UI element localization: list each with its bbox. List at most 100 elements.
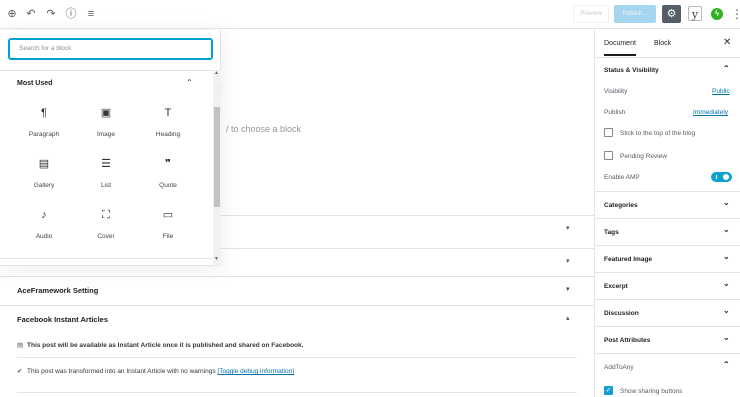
chevron-up-icon[interactable]: ▴ xyxy=(566,314,570,322)
redo-icon[interactable]: ↷ xyxy=(44,7,58,21)
chevron-down-icon[interactable]: ⌄ xyxy=(723,279,730,288)
visibility-label: Visibility xyxy=(604,88,628,95)
meta-box-label: Facebook Instant Articles xyxy=(17,315,108,324)
chevron-down-icon[interactable]: ⌄ xyxy=(723,252,730,261)
meta-box-aceframework[interactable]: AceFramework Setting ▾ xyxy=(0,277,594,305)
block-search-input[interactable]: Search for a block xyxy=(8,38,213,60)
fb-notice-text: This post will be available as Instant A… xyxy=(27,342,304,349)
block-navigation-icon[interactable]: ≡ xyxy=(84,7,98,21)
publish-date-link[interactable]: Immediately xyxy=(693,109,728,116)
image-icon: ▣ xyxy=(100,107,112,119)
block-heading[interactable]: T Heading xyxy=(138,106,198,150)
info-icon[interactable]: ⓘ xyxy=(64,7,78,21)
show-sharing-checkbox[interactable]: ✓ xyxy=(604,386,613,395)
block-label: Paragraph xyxy=(28,131,60,138)
block-gallery[interactable]: ▤ Gallery xyxy=(14,157,74,201)
chevron-down-icon[interactable]: ⌄ xyxy=(723,306,730,315)
chevron-up-icon[interactable]: ⌃ xyxy=(723,360,730,369)
toggle-debug-link[interactable]: [Toggle debug information] xyxy=(217,368,294,375)
visibility-link[interactable]: Public xyxy=(712,88,730,95)
block-inserter-popover: Search for a block Most Used ⌃ ¶ Paragra… xyxy=(0,30,221,266)
search-placeholder: Search for a block xyxy=(19,45,72,52)
inserter-scrollbar[interactable]: ▲ ▼ xyxy=(213,70,221,266)
discussion-section[interactable]: Discussion xyxy=(604,310,639,317)
chevron-up-icon[interactable]: ⌃ xyxy=(186,78,193,87)
preview-button[interactable]: Preview xyxy=(573,5,609,23)
chevron-down-icon[interactable]: ⌄ xyxy=(723,198,730,207)
fb-transform-notice: ✔ This post was transformed into an Insta… xyxy=(17,367,577,375)
sticky-label: Stick to the top of the blog xyxy=(620,130,696,137)
quote-icon: ❞ xyxy=(165,158,171,170)
gear-icon: ⚙ xyxy=(666,8,677,20)
tab-document[interactable]: Document xyxy=(604,40,636,56)
block-audio[interactable]: ♪ Audio xyxy=(14,208,74,252)
scroll-up-icon[interactable]: ▲ xyxy=(214,70,219,76)
more-menu-icon[interactable]: ⋮ xyxy=(731,6,740,22)
publish-button[interactable]: Publish... xyxy=(614,5,656,23)
divider xyxy=(595,245,740,246)
divider xyxy=(595,218,740,219)
block-paragraph[interactable]: ¶ Paragraph xyxy=(14,106,74,150)
block-label: Cover xyxy=(97,233,115,240)
meta-box-facebook-instant-articles[interactable]: Facebook Instant Articles ▴ xyxy=(0,305,594,333)
divider xyxy=(17,357,577,358)
block-quote[interactable]: ❞ Quote xyxy=(138,157,198,201)
post-attributes-section[interactable]: Post Attributes xyxy=(604,337,650,344)
chevron-up-icon[interactable]: ⌃ xyxy=(723,64,730,73)
enable-amp-toggle[interactable] xyxy=(711,172,732,182)
chevron-down-icon[interactable]: ⌄ xyxy=(723,225,730,234)
publish-label: Publish xyxy=(604,109,626,116)
most-used-panel-title[interactable]: Most Used xyxy=(17,80,52,87)
cover-icon: ⛶ xyxy=(102,209,110,221)
block-label: List xyxy=(100,182,112,189)
fb-instant-notice: ▤ This post will be available as Instant … xyxy=(17,341,577,349)
block-file[interactable]: ▭ File xyxy=(138,208,198,252)
tab-block[interactable]: Block xyxy=(654,40,671,47)
block-appender-prompt[interactable]: / to choose a block xyxy=(226,124,301,134)
fb-transform-text: This post was transformed into an Instan… xyxy=(27,368,216,375)
divider xyxy=(595,299,740,300)
chevron-down-icon[interactable]: ▾ xyxy=(566,224,570,232)
close-icon[interactable]: ✕ xyxy=(723,37,731,48)
block-label: Image xyxy=(96,131,116,138)
undo-icon[interactable]: ↶ xyxy=(24,7,38,21)
checkmark-icon: ✔ xyxy=(17,368,23,375)
chevron-down-icon[interactable]: ⌄ xyxy=(723,333,730,342)
addtoany-section[interactable]: AddToAny xyxy=(604,364,634,371)
block-label: Gallery xyxy=(33,182,55,189)
meta-box-label: AceFramework Setting xyxy=(17,286,99,295)
sticky-checkbox[interactable] xyxy=(604,128,613,137)
block-image[interactable]: ▣ Image xyxy=(76,106,136,150)
divider xyxy=(17,392,577,393)
editor-toolbar: ⊕ ↶ ↷ ⓘ ≡ Preview Publish... ⚙ y ϟ ⋮ xyxy=(0,0,740,29)
scroll-down-icon[interactable]: ▼ xyxy=(214,256,219,262)
excerpt-section[interactable]: Excerpt xyxy=(604,283,628,290)
audio-icon: ♪ xyxy=(41,209,47,221)
add-block-icon[interactable]: ⊕ xyxy=(5,7,19,21)
status-visibility-title[interactable]: Status & Visibility xyxy=(604,67,659,74)
tags-section[interactable]: Tags xyxy=(604,229,619,236)
block-label: File xyxy=(162,233,174,240)
yoast-icon[interactable]: y xyxy=(688,6,702,21)
jetpack-icon[interactable]: ϟ xyxy=(711,8,723,20)
block-cover[interactable]: ⛶ Cover xyxy=(76,208,136,252)
divider xyxy=(595,326,740,327)
scrollbar-thumb[interactable] xyxy=(214,107,220,207)
divider xyxy=(595,353,740,354)
block-label: Quote xyxy=(159,182,177,189)
settings-toggle-button[interactable]: ⚙ xyxy=(662,5,681,23)
block-label: Audio xyxy=(35,233,53,240)
gallery-icon: ▤ xyxy=(38,158,50,170)
show-sharing-label: Show sharing buttons xyxy=(620,388,683,395)
pending-review-checkbox[interactable] xyxy=(604,151,613,160)
categories-section[interactable]: Categories xyxy=(604,202,638,209)
file-icon: ▭ xyxy=(162,209,174,221)
paragraph-icon: ¶ xyxy=(41,107,47,119)
chevron-down-icon[interactable]: ▾ xyxy=(566,285,570,293)
divider xyxy=(595,191,740,192)
settings-sidebar: Document Block ✕ Status & Visibility ⌃ V… xyxy=(594,30,740,397)
block-list[interactable]: ☰ List xyxy=(76,157,136,201)
divider xyxy=(0,70,213,71)
enable-amp-label: Enable AMP xyxy=(604,174,640,181)
featured-image-section[interactable]: Featured Image xyxy=(604,256,652,263)
